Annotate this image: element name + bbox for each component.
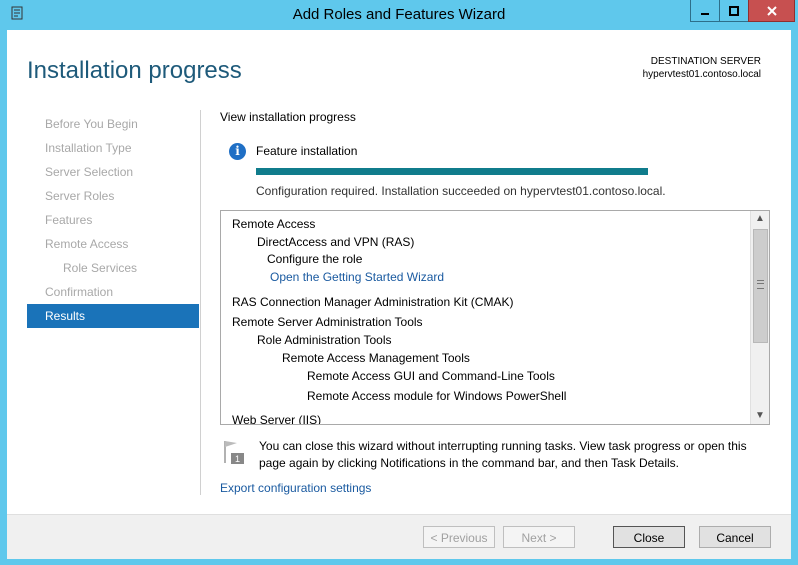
info-icon: i xyxy=(229,143,246,160)
maximize-icon xyxy=(729,5,739,16)
nav-item-installation-type: Installation Type xyxy=(45,141,132,155)
nav-item-confirmation: Confirmation xyxy=(45,285,114,299)
title-bar: Add Roles and Features Wizard xyxy=(0,0,798,30)
results-list-box[interactable]: Remote Access DirectAccess and VPN (RAS)… xyxy=(220,210,770,425)
wizard-footer: < Previous Next > Close Cancel xyxy=(7,514,791,559)
result-cmak: RAS Connection Manager Administration Ki… xyxy=(232,295,514,309)
grip-icon xyxy=(757,280,764,289)
result-rsat: Remote Server Administration Tools xyxy=(232,315,423,329)
window-title: Add Roles and Features Wizard xyxy=(292,6,506,23)
nav-item-features: Features xyxy=(45,213,93,227)
nav-item-remote-access: Remote Access xyxy=(45,237,129,251)
svg-text:1: 1 xyxy=(235,454,240,464)
result-role-admin-tools: Role Administration Tools xyxy=(257,333,392,347)
export-configuration-link[interactable]: Export configuration settings xyxy=(220,481,371,495)
close-window-button[interactable] xyxy=(748,0,795,22)
scroll-up-arrow[interactable]: ▲ xyxy=(753,212,767,226)
maximize-button[interactable] xyxy=(719,0,749,22)
result-powershell-module: Remote Access module for Windows PowerSh… xyxy=(307,389,567,403)
nav-item-role-services: Role Services xyxy=(63,261,138,275)
minimize-button[interactable] xyxy=(690,0,720,22)
notification-flag-icon: 1 xyxy=(224,441,244,464)
nav-item-server-selection: Server Selection xyxy=(45,165,134,179)
open-getting-started-wizard-link[interactable]: Open the Getting Started Wizard xyxy=(270,270,444,284)
nav-divider xyxy=(200,110,201,495)
destination-server-label: DESTINATION SERVER xyxy=(650,56,761,67)
installation-status-text: Configuration required. Installation suc… xyxy=(256,184,666,198)
scroll-thumb[interactable] xyxy=(753,229,768,343)
result-configure-role: Configure the role xyxy=(267,252,363,266)
page-title: Installation progress xyxy=(27,57,242,84)
results-list: Remote Access DirectAccess and VPN (RAS)… xyxy=(221,211,749,424)
scroll-down-arrow[interactable]: ▼ xyxy=(753,409,767,423)
destination-server-name: hypervtest01.contoso.local xyxy=(642,69,761,80)
result-remote-access-mgmt-tools: Remote Access Management Tools xyxy=(282,351,470,365)
section-heading: View installation progress xyxy=(220,110,356,124)
previous-button[interactable]: < Previous xyxy=(423,526,495,548)
close-icon xyxy=(766,5,777,16)
wizard-note-text: You can close this wizard without interr… xyxy=(259,439,747,470)
result-remote-access: Remote Access xyxy=(232,217,316,231)
wizard-client-area: Installation progress DESTINATION SERVER… xyxy=(7,30,791,559)
cancel-button[interactable]: Cancel xyxy=(699,526,771,548)
nav-item-server-roles: Server Roles xyxy=(45,189,115,203)
result-web-server: Web Server (IIS) xyxy=(232,413,322,424)
result-directaccess-vpn: DirectAccess and VPN (RAS) xyxy=(257,235,415,249)
nav-item-results[interactable]: Results xyxy=(27,304,199,328)
feature-installation-label: Feature installation xyxy=(256,144,358,158)
results-scrollbar[interactable]: ▲ ▼ xyxy=(750,211,769,424)
minimize-icon xyxy=(701,12,709,15)
next-button[interactable]: Next > xyxy=(503,526,575,548)
installation-progress-bar xyxy=(256,168,648,175)
nav-item-before-you-begin: Before You Begin xyxy=(45,117,138,131)
wizard-steps-nav: Before You Begin Installation Type Serve… xyxy=(27,112,199,328)
result-gui-cli-tools: Remote Access GUI and Command-Line Tools xyxy=(307,369,555,383)
progress-fill xyxy=(256,168,648,175)
close-button[interactable]: Close xyxy=(613,526,685,548)
